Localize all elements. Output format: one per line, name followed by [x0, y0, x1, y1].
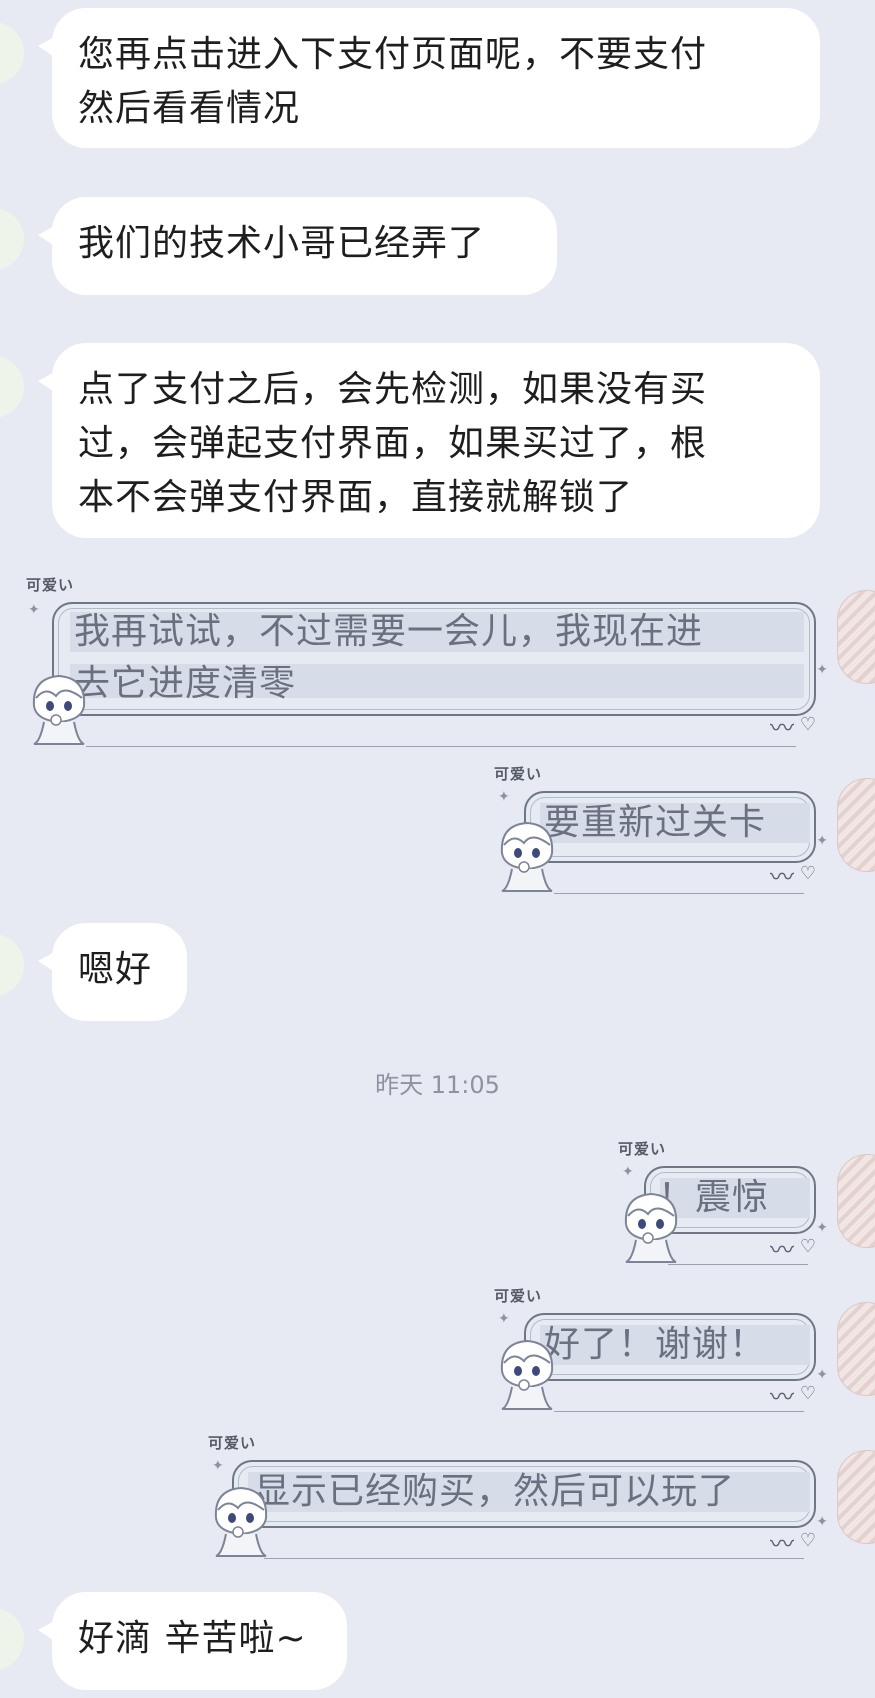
chibi-character-sticker [32, 674, 86, 745]
message-bubble-sent[interactable]: 可爱い ✦ ✦ 好了！谢谢！ 〰 ♡ [494, 1285, 828, 1415]
sparkle-icon: ✦ [816, 1367, 828, 1383]
bubble-underline [86, 746, 796, 747]
contact-avatar[interactable] [0, 934, 24, 996]
message-text: 显示已经购买，然后可以玩了 [254, 1471, 736, 1512]
message-bubble-sent[interactable]: 可爱い ✦ ✦ 要重新过关卡 〰 ♡ [494, 763, 828, 897]
contact-avatar[interactable] [0, 1608, 24, 1670]
sparkle-icon: ✦ [28, 602, 40, 618]
chibi-character-sticker [500, 821, 554, 892]
message-bubble-sent[interactable]: 可爱い ✦ ✦ 我再试试，不过需要一会儿，我现在进 去它进度清零 〰 ♡ [26, 574, 828, 750]
message-bubble-received[interactable]: 嗯好 [38, 923, 187, 1021]
heart-icon: ♡ [799, 863, 816, 884]
heart-icon: ♡ [799, 714, 816, 735]
bubble-tag: 可爱い [494, 1287, 543, 1305]
my-avatar[interactable] [837, 778, 875, 872]
message-bubble-received[interactable]: 好滴 辛苦啦~ [38, 1592, 347, 1690]
sparkle-icon: ✦ [816, 1514, 828, 1530]
message-bubble-received[interactable]: 点了支付之后，会先检测，如果没有买 过，会弹起支付界面，如果买过了，根 本不会弹… [38, 343, 820, 538]
bubble-tag: 可爱い [26, 576, 75, 594]
message-bubble-received[interactable]: 您再点击进入下支付页面呢，不要支付 然后看看情况 [38, 8, 820, 148]
contact-avatar[interactable] [0, 356, 24, 418]
heart-icon: ♡ [799, 1530, 816, 1551]
heartbeat-wave-icon: 〰 [770, 1236, 794, 1264]
bubble-underline [554, 1411, 804, 1412]
bubble-underline [554, 893, 804, 894]
message-bubble-sent[interactable]: 可爱い ✦ ✦ ！震惊 〰 ♡ [618, 1138, 828, 1268]
heart-icon: ♡ [799, 1383, 816, 1404]
heartbeat-wave-icon: 〰 [770, 1383, 794, 1411]
bubble-underline [264, 1558, 804, 1559]
sparkle-icon: ✦ [212, 1458, 224, 1474]
chibi-character-sticker [500, 1339, 554, 1410]
sparkle-icon: ✦ [816, 833, 828, 849]
bubble-tag: 可爱い [494, 765, 543, 783]
chat-timestamp: 昨天 11:05 [375, 1071, 500, 1099]
message-bubble-received[interactable]: 我们的技术小哥已经弄了 [38, 197, 557, 295]
chibi-character-sticker [624, 1192, 678, 1263]
contact-avatar[interactable] [0, 208, 24, 270]
sparkle-icon: ✦ [498, 789, 510, 805]
my-avatar[interactable] [837, 1302, 875, 1396]
message-text: 我再试试，不过需要一会儿，我现在进 去它进度清零 [74, 611, 704, 704]
heartbeat-wave-icon: 〰 [770, 714, 794, 742]
sparkle-icon: ✦ [816, 1220, 828, 1236]
message-bubble-sent[interactable]: 可爱い ✦ ✦ 显示已经购买，然后可以玩了 〰 ♡ [208, 1432, 828, 1562]
heart-icon: ♡ [799, 1236, 816, 1257]
bubble-tag: 可爱い [208, 1434, 257, 1452]
contact-avatar[interactable] [0, 22, 24, 84]
bubble-tag: 可爱い [618, 1140, 667, 1158]
message-text: 要重新过关卡 [544, 802, 767, 843]
heartbeat-wave-icon: 〰 [770, 863, 794, 891]
chibi-character-sticker [214, 1486, 268, 1557]
my-avatar[interactable] [837, 1154, 875, 1248]
message-text: 好了！谢谢！ [544, 1324, 767, 1365]
sparkle-icon: ✦ [622, 1164, 634, 1180]
sparkle-icon: ✦ [498, 1311, 510, 1327]
sparkle-icon: ✦ [816, 662, 828, 678]
my-avatar[interactable] [837, 1450, 875, 1544]
my-avatar[interactable] [837, 590, 875, 684]
heartbeat-wave-icon: 〰 [770, 1530, 794, 1558]
